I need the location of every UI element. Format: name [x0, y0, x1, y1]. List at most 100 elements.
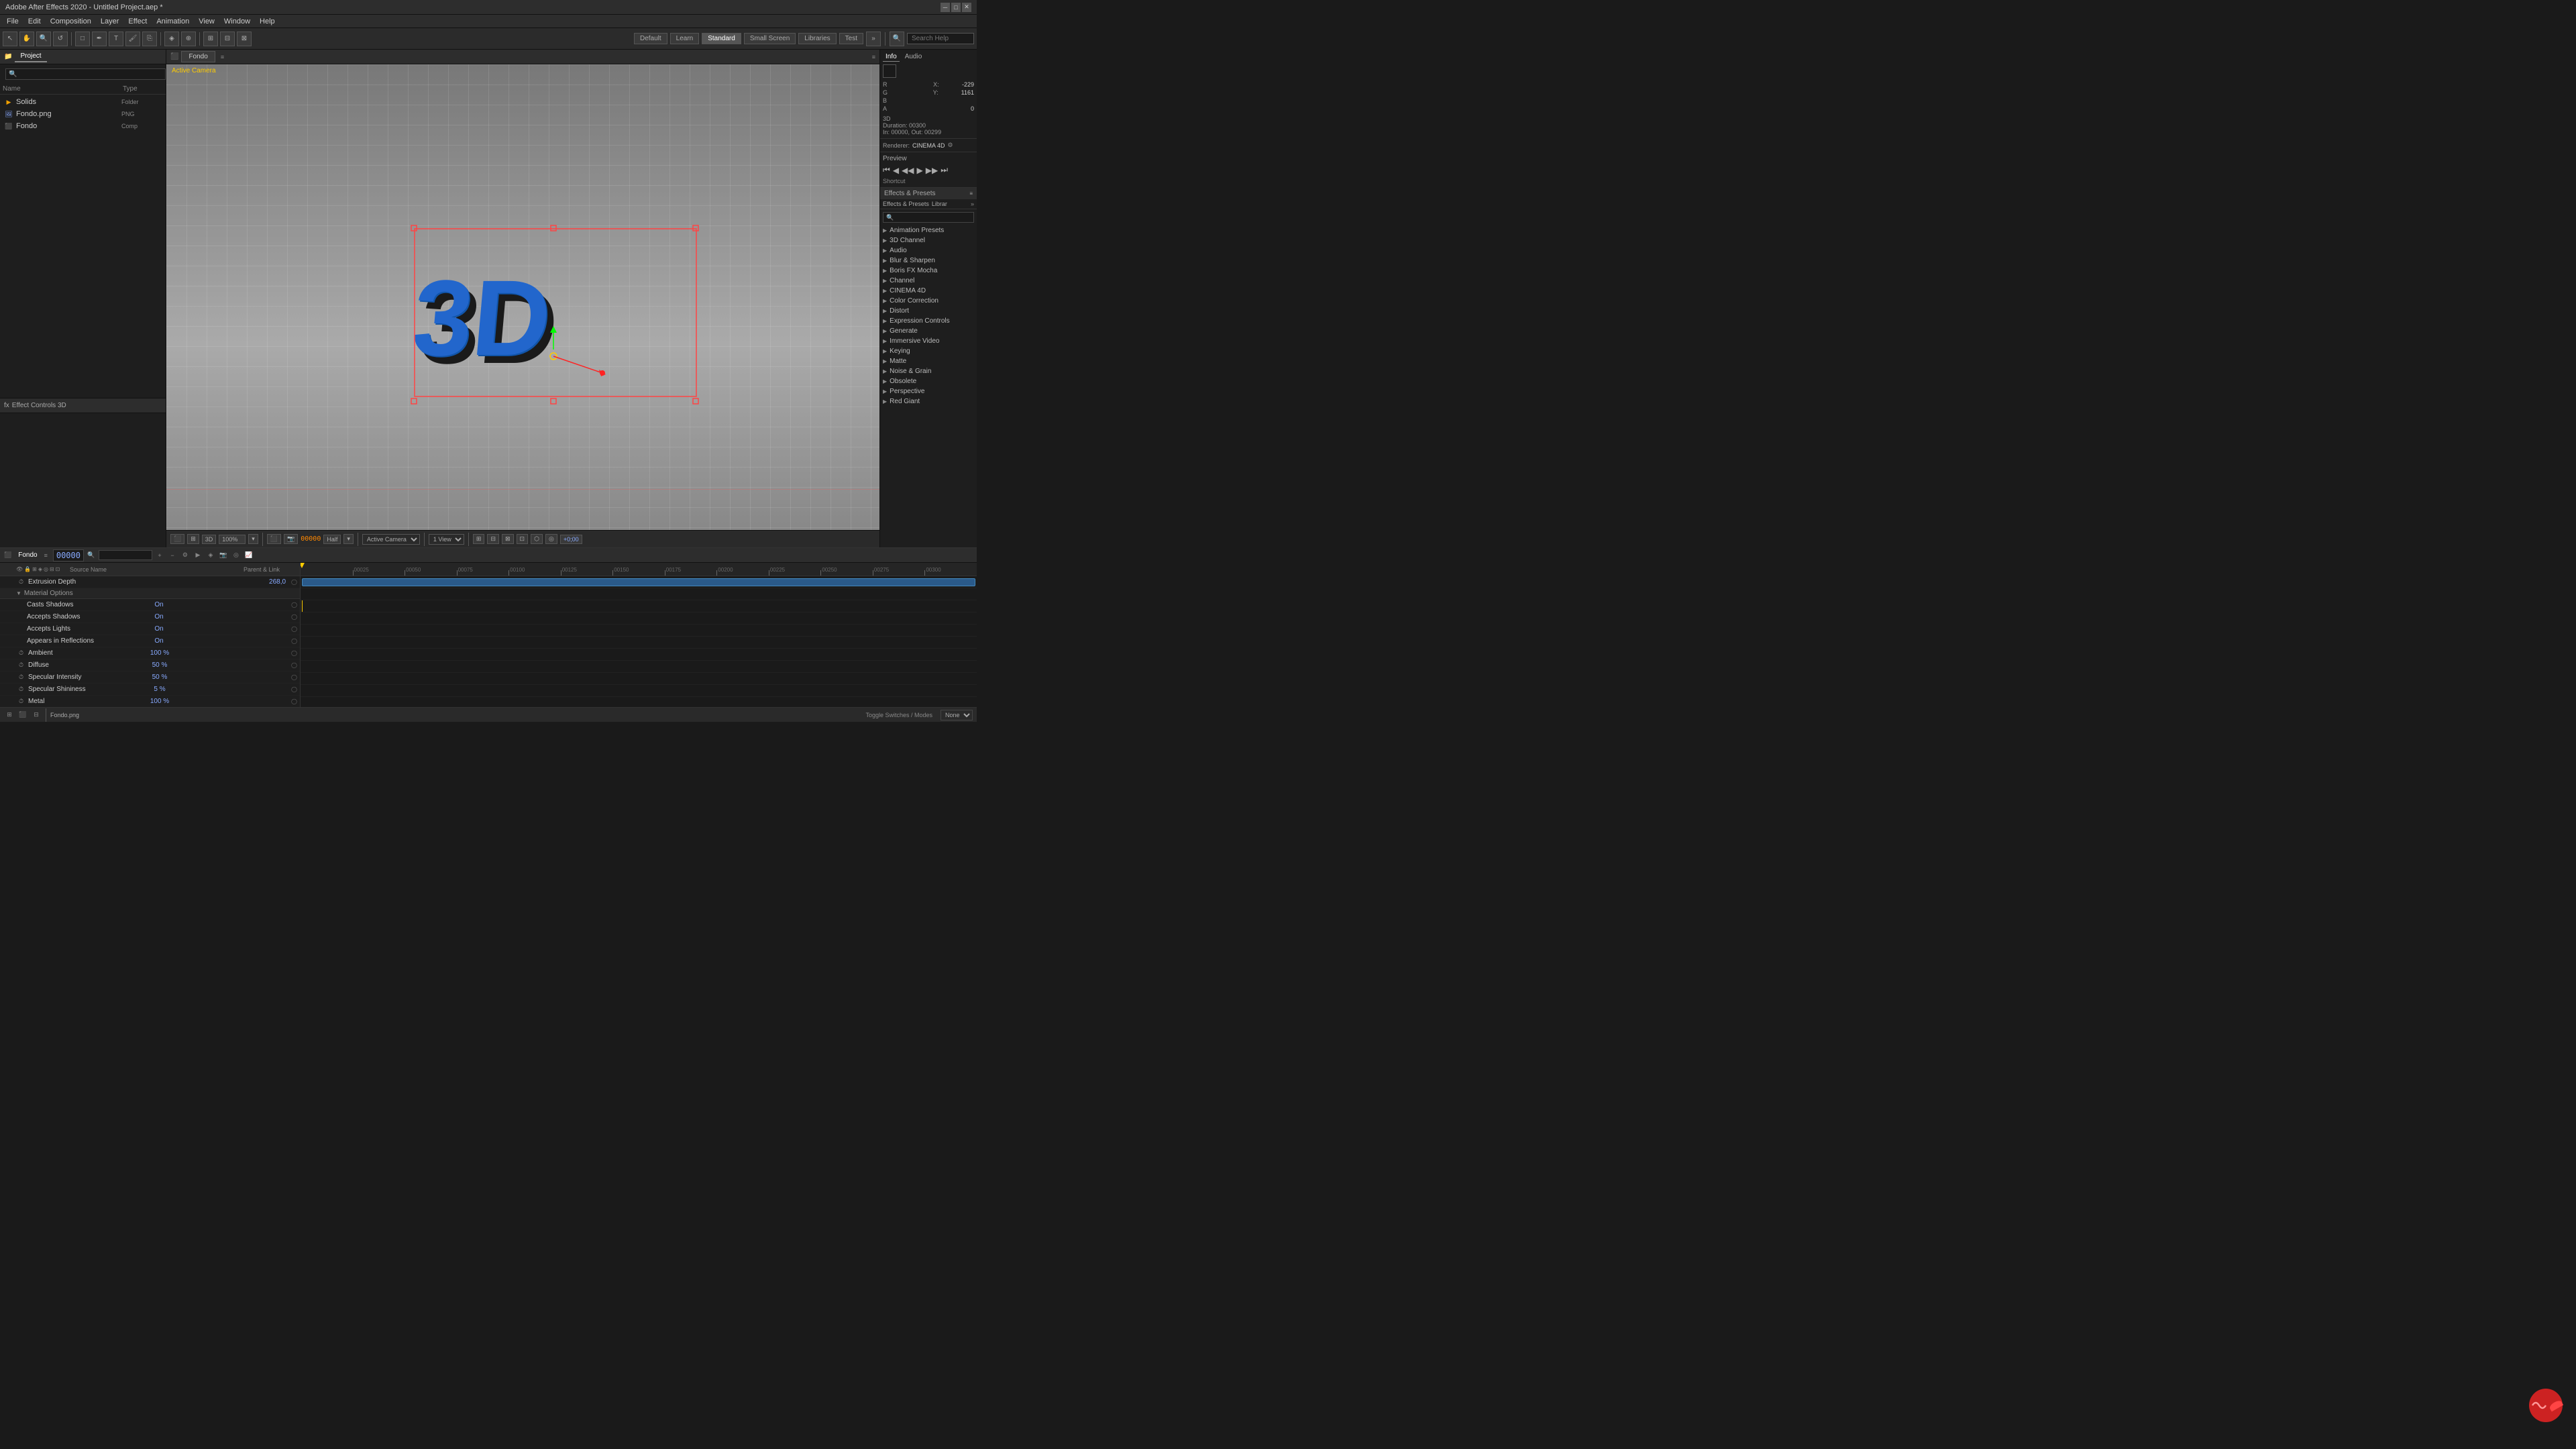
layer-row-specular-shininess[interactable]: ⏱ Specular Shininess 5 % ◯ [0, 684, 300, 696]
menu-help[interactable]: Help [256, 16, 279, 27]
effects-tab-library[interactable]: Librar [932, 201, 947, 207]
timeline-tab-fondo[interactable]: Fondo [14, 550, 41, 560]
vp-view-options[interactable]: ⬛ [170, 534, 184, 544]
effect-category-distort[interactable]: ▶Distort [880, 306, 977, 316]
effect-category-red-giant[interactable]: ▶Red Giant [880, 396, 977, 407]
tl-add-layer[interactable]: + [154, 550, 165, 561]
menu-file[interactable]: File [3, 16, 23, 27]
vp-zoom-dropdown[interactable]: ▾ [248, 534, 258, 544]
layer-row-specular-intensity[interactable]: ⏱ Specular Intensity 50 % ◯ [0, 672, 300, 684]
menu-window[interactable]: Window [220, 16, 254, 27]
vp-guides[interactable]: ⊟ [487, 534, 499, 544]
info-tab-info[interactable]: Info [883, 52, 900, 62]
project-item-fondo-png[interactable]: 🖼 Fondo.png PNG [1, 108, 164, 120]
stopwatch-diffuse[interactable]: ⏱ [19, 661, 28, 669]
tl-comp-props[interactable]: ⚙ [180, 550, 191, 561]
vp-quality-select[interactable]: Half [323, 535, 341, 544]
effect-category-noise-&-grain[interactable]: ▶Noise & Grain [880, 366, 977, 376]
tl-search-input[interactable] [99, 550, 152, 560]
timeline-timecode[interactable]: 00000 [53, 549, 84, 561]
tool-rotate[interactable]: ↺ [53, 32, 68, 46]
workspace-default[interactable]: Default [634, 33, 667, 44]
tl-camera[interactable]: 📷 [218, 550, 229, 561]
menu-animation[interactable]: Animation [152, 16, 193, 27]
vp-snapshot[interactable]: 📷 [284, 534, 298, 544]
menu-view[interactable]: View [195, 16, 219, 27]
effect-category-keying[interactable]: ▶Keying [880, 346, 977, 356]
tl-graph-editor[interactable]: 📈 [244, 550, 254, 561]
stopwatch-metal[interactable]: ⏱ [19, 698, 28, 705]
effect-category-expression-controls[interactable]: ▶Expression Controls [880, 316, 977, 326]
tl-remove-layer[interactable]: − [167, 550, 178, 561]
effect-category-3d-channel[interactable]: ▶3D Channel [880, 235, 977, 246]
search-icon[interactable]: 🔍 [890, 32, 904, 46]
effect-category-matte[interactable]: ▶Matte [880, 356, 977, 366]
timeline-track-area[interactable]: 0002500050000750010000125001500017500200… [301, 563, 977, 707]
effect-category-channel[interactable]: ▶Channel [880, 276, 977, 286]
workspace-small-screen[interactable]: Small Screen [744, 33, 796, 44]
preview-play[interactable]: ▶ [917, 166, 923, 175]
tool-select[interactable]: ↖ [3, 32, 17, 46]
vp-3d[interactable]: 3D [202, 535, 217, 544]
tl-new-comp[interactable]: ⊞ [4, 710, 15, 720]
tl-motion-blur[interactable]: ◎ [231, 550, 241, 561]
tool-roto[interactable]: ◈ [164, 32, 179, 46]
tool-clone[interactable]: ⎘ [142, 32, 157, 46]
layer-value-extrusion[interactable]: 268,0 [269, 578, 286, 586]
layer-value-casts-shadows[interactable]: On [154, 601, 163, 608]
tl-preview-mode[interactable]: ▶ [193, 550, 203, 561]
vp-quality-dropdown[interactable]: ▾ [343, 534, 354, 544]
toggle-switches-label[interactable]: Toggle Switches / Modes [865, 712, 932, 718]
workspace-overflow[interactable]: » [866, 32, 881, 46]
layer-value-accepts-shadows[interactable]: On [154, 613, 163, 621]
preview-first-frame[interactable]: ⏮ [883, 165, 890, 175]
vp-grid-btn[interactable]: ⊞ [473, 534, 485, 544]
workspace-learn[interactable]: Learn [670, 33, 700, 44]
vp-safe-zones[interactable]: ⊡ [517, 534, 529, 544]
effect-category-obsolete[interactable]: ▶Obsolete [880, 376, 977, 386]
effect-category-animation-presets[interactable]: ▶Animation Presets [880, 225, 977, 235]
stopwatch-specular-shininess[interactable]: ⏱ [19, 686, 28, 693]
layer-row-diffuse[interactable]: ⏱ Diffuse 50 % ◯ [0, 659, 300, 672]
layer-row-ambient[interactable]: ⏱ Ambient 100 % ◯ [0, 647, 300, 659]
effect-category-perspective[interactable]: ▶Perspective [880, 386, 977, 396]
section-material-options[interactable]: ▼ Material Options [0, 588, 300, 599]
tool-paint[interactable]: 🖌 [125, 32, 140, 46]
vp-rulers[interactable]: ⊠ [502, 534, 514, 544]
3d-text-object[interactable]: 3D 3D 3D [394, 222, 716, 410]
menu-layer[interactable]: Layer [97, 16, 123, 27]
effect-category-color-correction[interactable]: ▶Color Correction [880, 296, 977, 306]
viewport[interactable]: Active Camera 3D 3D 3D [166, 64, 879, 530]
effect-category-audio[interactable]: ▶Audio [880, 246, 977, 256]
effects-search-input[interactable] [883, 212, 974, 223]
preview-last-frame[interactable]: ⏭ [941, 165, 948, 175]
vp-view-select[interactable]: 1 View [429, 534, 464, 545]
layer-value-ambient[interactable]: 100 % [150, 649, 169, 657]
layer-value-appears-in-reflections[interactable]: On [154, 637, 163, 645]
layer-row-extrusion-depth[interactable]: ⏱ Extrusion Depth 268,0 ◯ [0, 576, 300, 588]
layer-row-appears-in-reflections[interactable]: Appears in Reflections On ◯ [0, 635, 300, 647]
project-search-input[interactable] [5, 68, 166, 80]
tool-zoom[interactable]: 🔍 [36, 32, 51, 46]
layer-row-accepts-lights[interactable]: Accepts Lights On ◯ [0, 623, 300, 635]
tl-markers[interactable]: ◈ [205, 550, 216, 561]
workspace-libraries[interactable]: Libraries [798, 33, 836, 44]
tl-new-solid[interactable]: ⬛ [17, 710, 28, 720]
effect-category-immersive-video[interactable]: ▶Immersive Video [880, 336, 977, 346]
preview-step-back[interactable]: ◀◀ [902, 166, 914, 175]
tool-align[interactable]: ⊞ [203, 32, 218, 46]
tl-new-null[interactable]: ⊟ [31, 710, 42, 720]
layer-value-specular-shininess[interactable]: 5 % [154, 686, 165, 693]
layer-row-casts-shadows[interactable]: Casts Shadows On ◯ [0, 599, 300, 611]
help-search-input[interactable] [907, 33, 974, 44]
project-item-solids[interactable]: ▶ Solids Folder [1, 96, 164, 108]
stopwatch-ambient[interactable]: ⏱ [19, 649, 28, 657]
project-tab[interactable]: Project [15, 51, 46, 62]
comp-tab-close[interactable]: ≡ [221, 54, 224, 60]
vp-display[interactable]: ⬛ [267, 534, 281, 544]
minimize-button[interactable]: ─ [941, 3, 950, 12]
tool-camera[interactable]: ⊟ [220, 32, 235, 46]
vp-zoom-value[interactable]: 100% [219, 535, 246, 544]
vp-motion-blur[interactable]: ◎ [545, 534, 557, 544]
effect-category-generate[interactable]: ▶Generate [880, 326, 977, 336]
